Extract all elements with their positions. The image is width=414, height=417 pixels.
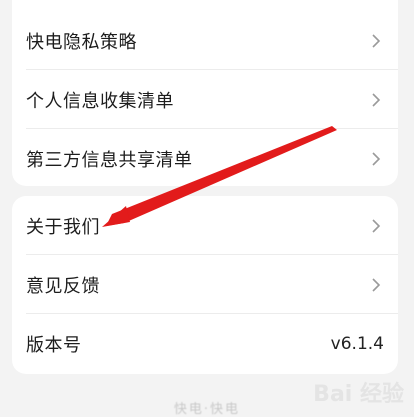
version-row: 版本号 v6.1.4 [12, 314, 398, 373]
personal-info-list-row[interactable]: 个人信息收集清单 [12, 70, 398, 129]
chevron-right-icon [368, 33, 384, 49]
about-us-label: 关于我们 [26, 216, 100, 238]
privacy-policy-row[interactable]: 快电隐私策略 [12, 11, 398, 70]
settings-card-bottom: 关于我们 意见反馈 版本号 v6.1.4 [12, 196, 398, 374]
chevron-right-icon [368, 218, 384, 234]
settings-card-top: 快电隐私策略 个人信息收集清单 第三方信息共享清单 [12, 0, 398, 186]
watermark: Bai 经验 [313, 382, 404, 407]
version-label: 版本号 [26, 334, 82, 356]
personal-info-list-label: 个人信息收集清单 [26, 90, 174, 112]
feedback-label: 意见反馈 [26, 275, 100, 297]
about-us-row[interactable]: 关于我们 [12, 196, 398, 255]
privacy-policy-label: 快电隐私策略 [26, 31, 137, 53]
feedback-row[interactable]: 意见反馈 [12, 255, 398, 314]
chevron-right-icon [368, 277, 384, 293]
third-party-sharing-label: 第三方信息共享清单 [26, 149, 193, 171]
chevron-right-icon [368, 151, 384, 167]
chevron-right-icon [368, 92, 384, 108]
version-value: v6.1.4 [330, 333, 384, 354]
third-party-sharing-row[interactable]: 第三方信息共享清单 [12, 129, 398, 186]
